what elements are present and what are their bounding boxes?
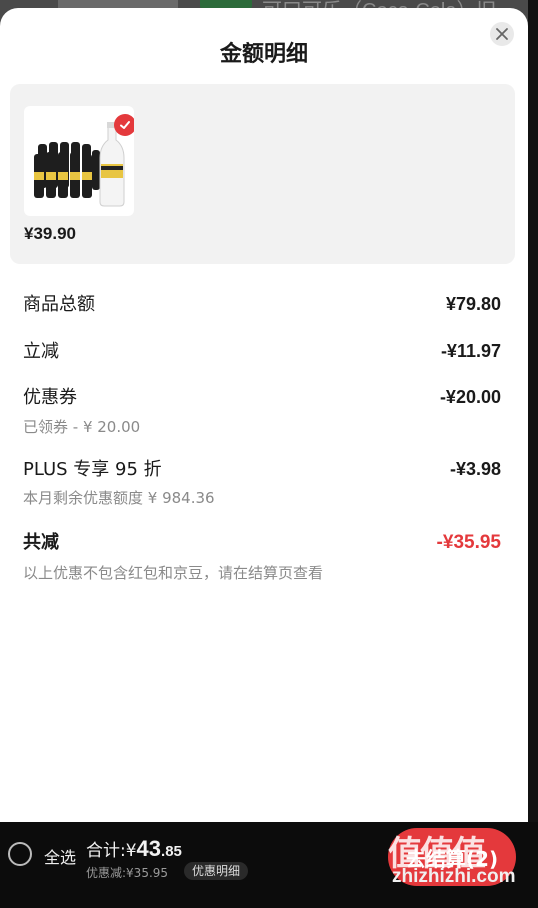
goods-total-value: ¥79.80 bbox=[445, 294, 501, 314]
goods-total-label: 商品总额 bbox=[23, 294, 95, 315]
plus-discount-label: PLUS 专享 95 折 bbox=[23, 459, 162, 480]
discount-detail-button[interactable]: 优惠明细 bbox=[184, 862, 249, 880]
plus-discount-row: PLUS 专享 95 折 -¥3.98 bbox=[23, 455, 501, 481]
plus-quota-note: 本月剩余优惠额度 ¥ 984.36 bbox=[23, 489, 215, 507]
discount-summary: 优惠减:¥35.95 bbox=[86, 866, 169, 880]
watermark-site: zhizhizhi.com bbox=[392, 866, 516, 887]
sheet-title: 金额明细 bbox=[219, 42, 308, 67]
total-discount-value: -¥35.95 bbox=[436, 532, 501, 553]
total-discount-row: 共减 -¥35.95 bbox=[23, 528, 501, 554]
coupon-note: 已领券 - ¥ 20.00 bbox=[23, 418, 141, 436]
total-discount-note: 以上优惠不包含红包和京豆，请在结算页查看 bbox=[23, 564, 324, 582]
background-badge bbox=[200, 0, 252, 8]
coupon-row: 优惠券 -¥20.00 bbox=[23, 383, 501, 409]
product-price: ¥39.90 bbox=[24, 224, 76, 243]
coupon-value: -¥20.00 bbox=[439, 387, 501, 407]
product-card: ¥39.90 bbox=[10, 84, 515, 264]
close-button[interactable] bbox=[490, 22, 514, 46]
instant-discount-label: 立减 bbox=[23, 341, 59, 362]
total-amount: 合计:¥43.85 bbox=[86, 836, 182, 862]
close-icon bbox=[496, 28, 508, 40]
total-discount-label: 共减 bbox=[23, 532, 59, 553]
amount-detail-sheet: 金额明细 ¥39.90 商品总额 ¥79.80 立减 -¥11.97 优惠券 -… bbox=[0, 8, 528, 822]
selected-check-icon[interactable] bbox=[114, 114, 134, 136]
plus-discount-value: -¥3.98 bbox=[449, 459, 501, 479]
product-image[interactable] bbox=[24, 106, 134, 216]
total-integer: 43 bbox=[136, 836, 162, 861]
goods-total-row: 商品总额 ¥79.80 bbox=[23, 290, 501, 316]
total-prefix: 合计:¥ bbox=[86, 841, 137, 861]
instant-discount-value: -¥11.97 bbox=[440, 341, 501, 361]
coupon-label: 优惠券 bbox=[23, 387, 77, 408]
select-all-radio[interactable] bbox=[8, 842, 32, 866]
total-decimal: .85 bbox=[161, 843, 182, 860]
select-all-label[interactable]: 全选 bbox=[44, 844, 76, 868]
instant-discount-row: 立减 -¥11.97 bbox=[23, 337, 501, 363]
right-edge bbox=[528, 0, 538, 822]
